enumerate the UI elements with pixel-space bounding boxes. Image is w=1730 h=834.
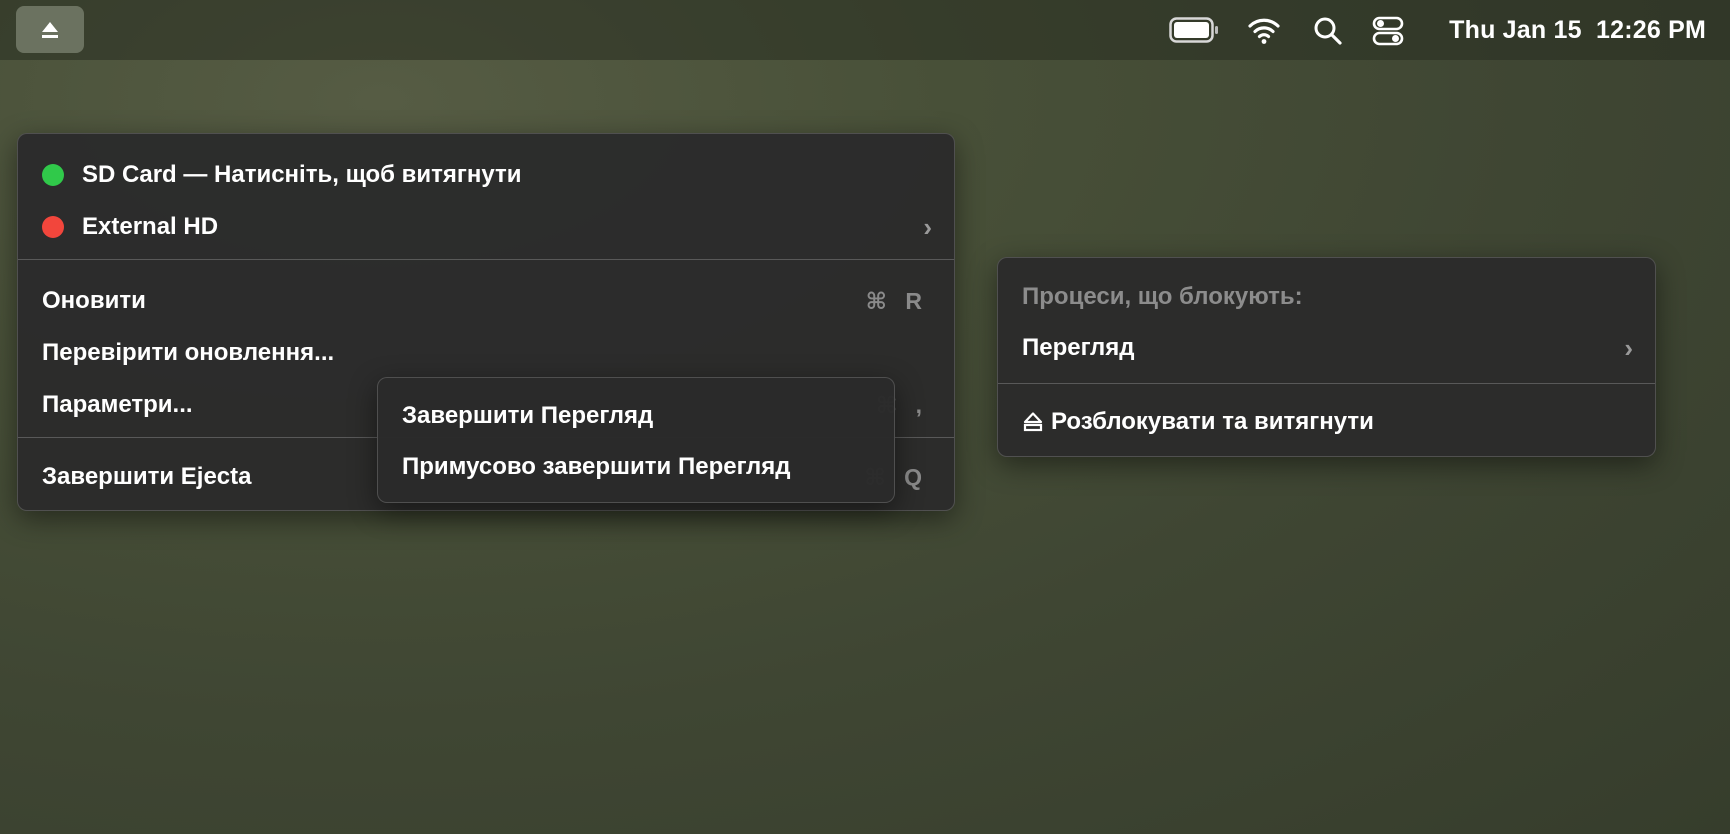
- busy-status-icon: [42, 216, 64, 238]
- menu-bar: Thu Jan 15 12:26 PM: [0, 0, 1730, 60]
- eject-status-item[interactable]: [16, 6, 84, 53]
- quit-preview-popup: Завершити Перегляд Примусово завершити П…: [377, 377, 895, 503]
- chevron-right-icon: ›: [923, 211, 932, 242]
- menu-separator: [998, 383, 1655, 384]
- drive-label: External HD: [82, 213, 219, 240]
- drive-item-external-hd[interactable]: External HD ›: [18, 205, 954, 249]
- menu-item-label: Завершити Ejecta: [42, 463, 252, 490]
- blocking-header-label: Процеси, що блокують:: [1022, 283, 1303, 310]
- search-icon[interactable]: [1313, 16, 1343, 46]
- blocking-header: Процеси, що блокують:: [998, 275, 1655, 319]
- menu-item-label: Оновити: [42, 287, 146, 314]
- unlock-and-eject-item[interactable]: Розблокувати та витягнути: [998, 400, 1655, 444]
- menu-item-check-updates[interactable]: Перевірити оновлення...: [18, 331, 954, 375]
- menu-item-refresh[interactable]: Оновити ⌘ R: [18, 279, 954, 323]
- menubar-clock[interactable]: Thu Jan 15 12:26 PM: [1449, 14, 1706, 46]
- battery-icon[interactable]: [1169, 17, 1219, 43]
- menu-item-force-quit-preview[interactable]: Примусово завершити Перегляд: [378, 445, 894, 489]
- chevron-right-icon: ›: [1624, 332, 1633, 363]
- drive-item-sd-card[interactable]: SD Card — Натисніть, щоб витягнути: [18, 153, 954, 197]
- process-item-preview[interactable]: Перегляд ›: [998, 326, 1655, 370]
- menu-item-label: Перевірити оновлення...: [42, 339, 335, 366]
- wifi-icon[interactable]: [1247, 15, 1281, 45]
- menu-separator: [18, 259, 954, 260]
- blocking-processes-submenu: Процеси, що блокують: Перегляд › Розблок…: [997, 257, 1656, 457]
- eject-icon: [42, 21, 58, 38]
- menu-item-quit-preview[interactable]: Завершити Перегляд: [378, 394, 894, 438]
- unlock-and-eject-label: Розблокувати та витягнути: [1051, 408, 1374, 435]
- drive-label: SD Card — Натисніть, щоб витягнути: [82, 161, 522, 188]
- control-center-icon[interactable]: [1372, 16, 1404, 46]
- menu-item-label: Завершити Перегляд: [402, 402, 654, 429]
- menu-item-label: Примусово завершити Перегляд: [402, 453, 791, 480]
- menu-item-label: Параметри...: [42, 391, 193, 418]
- eject-icon: [1023, 412, 1043, 432]
- shortcut-label: ⌘ R: [865, 287, 928, 314]
- process-label: Перегляд: [1022, 334, 1135, 361]
- mounted-status-icon: [42, 164, 64, 186]
